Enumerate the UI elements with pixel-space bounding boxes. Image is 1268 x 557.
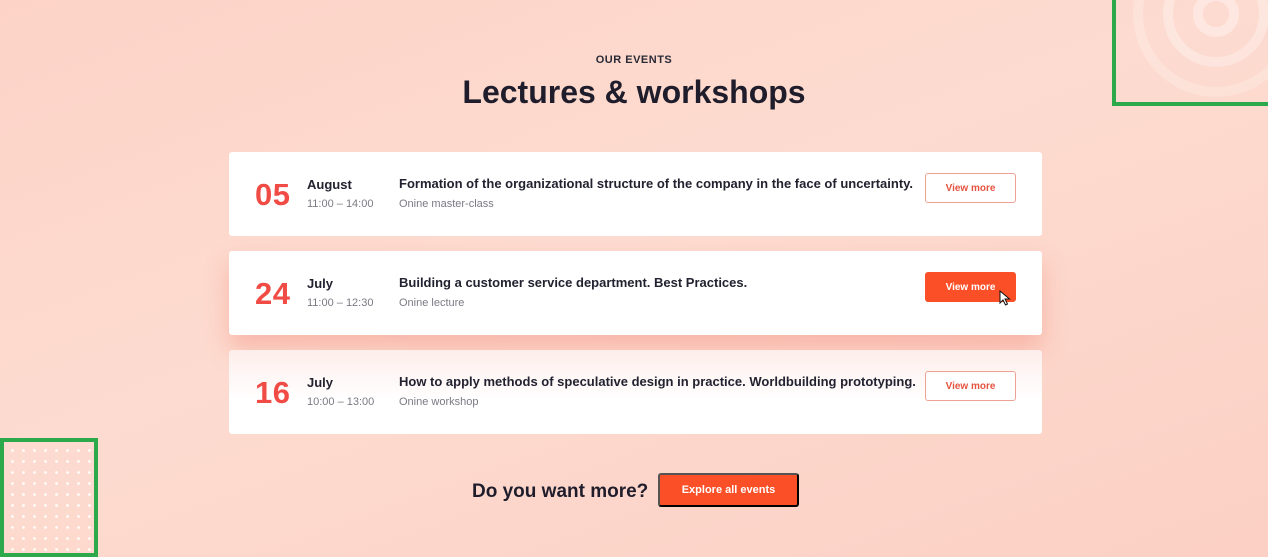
event-day: 16: [255, 375, 291, 410]
event-day: 05: [255, 177, 291, 212]
section-eyebrow: OUR EVENTS: [595, 54, 673, 66]
event-title: Building a customer service department. …: [399, 275, 748, 290]
event-time: 10:00 – 13:00: [307, 396, 375, 408]
event-day: 24: [255, 276, 291, 311]
event-type: Onine lecture: [399, 297, 465, 309]
more-question: Do you want more?: [472, 481, 649, 502]
event-title: Formation of the organizational structur…: [399, 176, 914, 191]
event-card: 16 July 10:00 – 13:00 How to apply metho…: [229, 350, 1042, 434]
event-time: 11:00 – 12:30: [307, 297, 374, 309]
event-card: 05 August 11:00 – 14:00 Formation of the…: [229, 152, 1042, 236]
page-title: Lectures & workshops: [462, 74, 806, 110]
decorative-rings: [1112, 0, 1268, 106]
decorative-dot-grid: [0, 438, 98, 557]
view-more-button[interactable]: View more: [925, 371, 1016, 401]
event-time: 11:00 – 14:00: [307, 198, 374, 210]
event-type: Onine workshop: [399, 396, 479, 408]
rings-icon: [1133, 0, 1268, 97]
event-card: 24 July 11:00 – 12:30 Building a custome…: [229, 251, 1042, 335]
explore-all-events-button[interactable]: Explore all events: [658, 473, 799, 507]
event-month: August: [307, 177, 352, 192]
event-month: July: [307, 276, 334, 291]
event-title: How to apply methods of speculative desi…: [399, 374, 916, 389]
event-type: Onine master-class: [399, 198, 494, 210]
view-more-button[interactable]: View more: [925, 173, 1016, 203]
pointer-cursor-icon: [999, 290, 1011, 306]
event-month: July: [307, 375, 334, 390]
